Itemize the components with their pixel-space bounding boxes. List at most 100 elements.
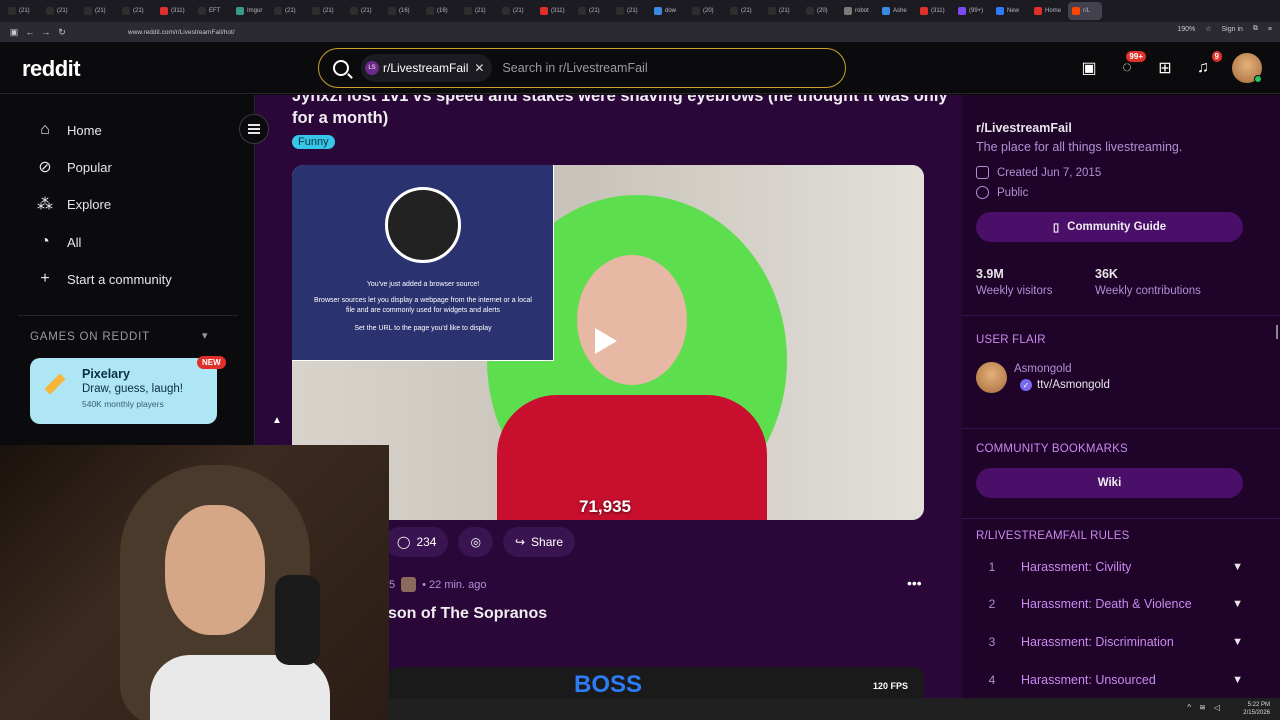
wifi-icon[interactable]: ≋ [1199,703,1206,712]
search-placeholder: Search in r/LivestreamFail [502,61,648,75]
browser-tab[interactable]: (21) [42,2,78,20]
browser-tab[interactable]: (21) [346,2,382,20]
search-icon [333,60,349,76]
bookmarks-header: COMMUNITY BOOKMARKS [976,443,1128,455]
rule-item[interactable]: 1 Harassment: Civility ▼ [976,552,1243,582]
browser-tab[interactable]: (21) [80,2,116,20]
browser-tab[interactable]: (21) [270,2,306,20]
browser-tab[interactable]: robot [840,2,876,20]
award-button[interactable]: ◎ [458,527,493,557]
sidebar-item-label: Home [67,122,102,138]
volume-icon[interactable]: ◁ [1214,703,1220,712]
url-field[interactable]: www.reddit.com/r/LivestreamFail/hot/ [128,29,235,36]
comments-button[interactable]: ◯ 234 [385,527,449,557]
forward-icon[interactable]: → [38,27,54,37]
browser-tab[interactable]: (21) [726,2,762,20]
windows-taskbar: ^ ≋ ◁ 5:22 PM 2/15/2026 [389,698,1280,720]
browser-tab[interactable]: (21) [574,2,610,20]
browser-tab[interactable]: (21) [498,2,534,20]
notifications-icon[interactable]: ♫ 9 [1184,49,1222,87]
rule-item[interactable]: 2 Harassment: Death & Violence ▼ [976,589,1243,619]
webcam-face [165,505,265,635]
close-icon[interactable]: ✕ [474,61,484,75]
tab-favicon-icon [388,7,396,15]
play-icon[interactable] [595,328,617,354]
browser-tab[interactable]: (16) [384,2,420,20]
sidebar-item-all[interactable]: ◔ All [36,233,81,251]
obs-text-1: You've just added a browser source! [366,281,480,288]
browser-tab[interactable]: (21) [764,2,800,20]
browser-tab[interactable]: (21) [308,2,344,20]
user-avatar[interactable] [1232,53,1262,83]
clock[interactable]: 5:22 PM 2/15/2026 [1243,701,1270,717]
browser-tab[interactable]: (311) [536,2,572,20]
sidebar-item-home[interactable]: ⌂ Home [36,121,102,139]
share-button[interactable]: ↪ Share [502,527,576,557]
browser-tab[interactable]: (21) [612,2,648,20]
games-section-header[interactable]: GAMES ON REDDIT [30,331,150,343]
hamburger-icon [248,128,260,130]
tab-favicon-icon [616,7,624,15]
browser-tab[interactable]: (311) [156,2,192,20]
extensions-icon[interactable]: ⧉ [1253,25,1258,33]
browser-tab[interactable]: Home [1030,2,1066,20]
browser-tab[interactable]: Imgur [232,2,268,20]
sidebar-item-popular[interactable]: ⊘ Popular [36,158,112,176]
browser-tab[interactable]: Ashe [878,2,914,20]
reddit-logo[interactable]: reddit [22,56,81,82]
bookmark-star-icon[interactable]: ☆ [1205,25,1211,33]
post2-author-avatar[interactable] [401,577,417,592]
subreddit-search-chip[interactable]: LS r/LivestreamFail ✕ [361,54,493,82]
sidebar-toggle-icon[interactable]: ▣ [6,27,22,38]
menu-icon[interactable]: ≡ [1268,26,1272,33]
obs-text-4: Set the URL to the page you'd like to di… [354,325,492,332]
browser-tab[interactable]: (99+) [954,2,990,20]
post-title[interactable]: Jynxzi lost 1v1 vs speed and stakes were… [292,95,952,129]
created-label: Created Jun 7, 2015 [997,166,1102,179]
tab-favicon-icon [312,7,320,15]
rule-item[interactable]: 3 Harassment: Discrimination ▼ [976,627,1243,657]
create-post-icon[interactable]: ⊞ [1146,49,1184,87]
post2-title[interactable]: son of The Sopranos [388,605,547,623]
thumbnail-fps: 120 FPS [872,681,908,691]
browser-tab[interactable]: (21) [118,2,154,20]
back-icon[interactable]: ← [22,27,38,37]
browser-tab[interactable]: EFT [194,2,230,20]
browser-tab[interactable]: dow [650,2,686,20]
search-input[interactable]: LS r/LivestreamFail ✕ Search in r/Livest… [318,48,846,88]
collapse-sidebar-button[interactable] [239,114,269,144]
explore-icon: ⁂ [37,196,53,213]
rule-number: 1 [988,560,996,574]
browser-tab[interactable]: (20) [802,2,838,20]
share-label: Share [531,535,564,549]
zoom-level[interactable]: 190% [1177,26,1195,33]
rule-number: 2 [988,597,996,611]
browser-tab[interactable]: New [992,2,1028,20]
tab-favicon-icon [160,7,168,15]
advertise-icon[interactable]: ▣ [1070,49,1108,87]
browser-tab[interactable]: (16) [422,2,458,20]
more-options-icon[interactable]: ••• [907,575,922,591]
sign-in-button[interactable]: Sign in [1222,26,1243,33]
tray-chevron-icon[interactable]: ^ [1187,703,1191,712]
chevron-down-icon[interactable]: ▾ [202,329,208,342]
browser-tab[interactable]: r/L [1068,2,1102,20]
sidebar-item-start-community[interactable]: + Start a community [36,270,171,288]
browser-tab[interactable]: (21) [4,2,40,20]
reload-icon[interactable]: ↻ [54,27,70,38]
chat-icon[interactable]: ◌ 99+ [1108,49,1146,87]
tab-label: (21) [323,8,334,14]
wiki-button[interactable]: Wiki [976,468,1243,498]
post-flair[interactable]: Funny [292,135,335,149]
community-name[interactable]: r/LivestreamFail [976,121,1072,135]
rule-item[interactable]: 4 Harassment: Unsourced ▼ [976,665,1243,695]
browser-tab[interactable]: (20) [688,2,724,20]
pixelary-game-card[interactable]: Pixelary Draw, guess, laugh! 540K monthl… [30,358,217,424]
browser-tab[interactable]: (21) [460,2,496,20]
scrollbar[interactable] [1276,325,1278,339]
tab-favicon-icon [844,7,852,15]
browser-tab[interactable]: (311) [916,2,952,20]
flair-username[interactable]: Asmongold [1014,363,1072,375]
sidebar-item-explore[interactable]: ⁂ Explore [36,195,111,213]
community-guide-button[interactable]: ▯ Community Guide [976,212,1243,242]
